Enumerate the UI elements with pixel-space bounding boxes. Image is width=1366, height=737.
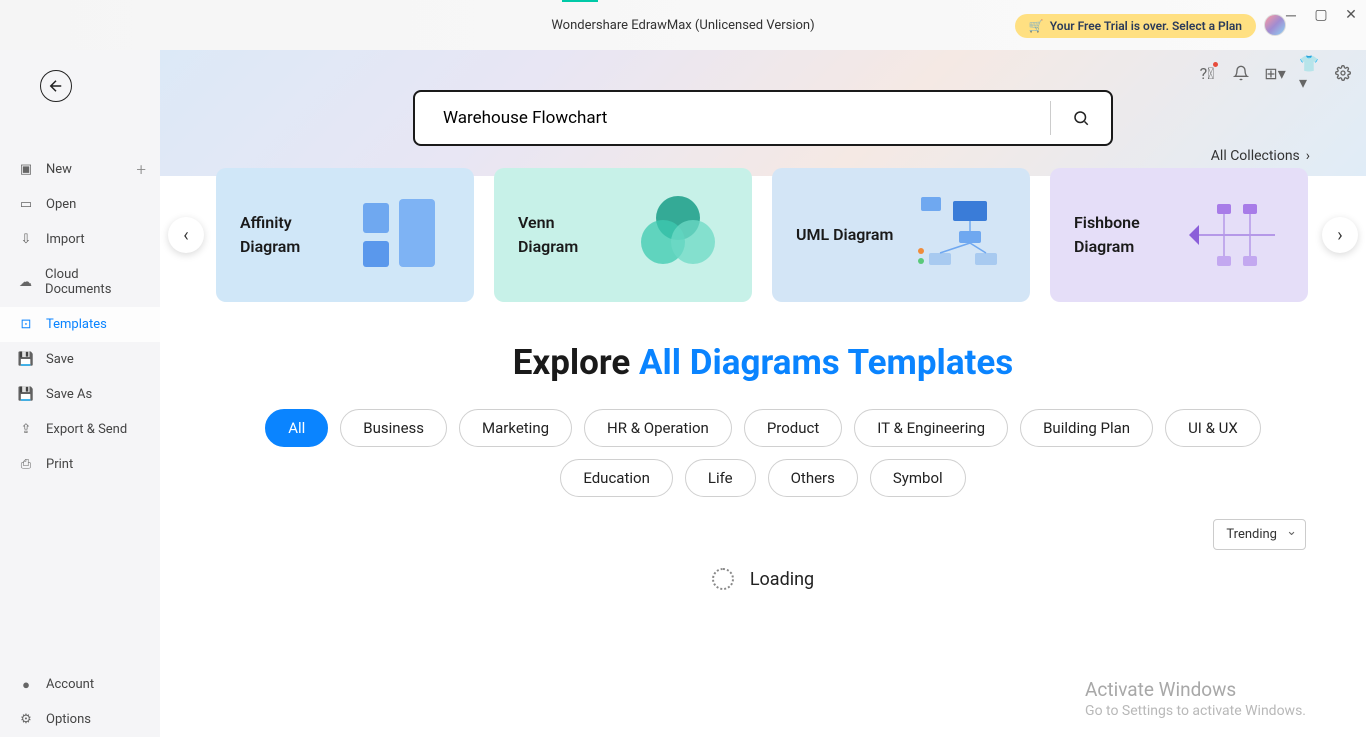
card-uml[interactable]: UML Diagram	[772, 168, 1030, 302]
sidebar-label: New	[46, 162, 72, 177]
chip-it[interactable]: IT & Engineering	[854, 409, 1008, 447]
plus-square-icon: ▣	[18, 163, 34, 177]
category-chips: All Business Marketing HR & Operation Pr…	[160, 409, 1366, 497]
gear-icon: ⚙	[18, 713, 34, 727]
sidebar-item-saveas[interactable]: 💾 Save As	[0, 377, 160, 412]
loading-indicator: Loading	[160, 568, 1366, 590]
sidebar-item-import[interactable]: ⇩ Import	[0, 222, 160, 257]
folder-icon: ▭	[18, 198, 34, 212]
chip-others[interactable]: Others	[768, 459, 858, 497]
maximize-button[interactable]: ▢	[1314, 8, 1328, 22]
chip-business[interactable]: Business	[340, 409, 447, 447]
bell-icon[interactable]	[1232, 64, 1250, 82]
spinner-icon	[712, 568, 734, 590]
sidebar: ▣ New + ▭ Open ⇩ Import ☁ Cloud Document…	[0, 50, 160, 737]
sidebar-item-print[interactable]: ⎙ Print	[0, 447, 160, 482]
explore-heading: Explore All Diagrams Templates	[160, 342, 1366, 383]
template-icon: ⊡	[18, 318, 34, 332]
windows-watermark: Activate Windows Go to Settings to activ…	[1085, 678, 1306, 719]
affinity-graphic	[350, 190, 450, 280]
search-button[interactable]	[1051, 109, 1111, 127]
fishbone-graphic	[1184, 190, 1284, 280]
shirt-icon[interactable]: 👕▾	[1300, 64, 1318, 82]
sidebar-item-templates[interactable]: ⊡ Templates	[0, 307, 160, 342]
card-affinity[interactable]: Affinity Diagram	[216, 168, 474, 302]
search-input[interactable]	[415, 108, 1050, 128]
save-as-icon: 💾	[18, 388, 34, 402]
back-button[interactable]	[40, 70, 72, 102]
sort-dropdown[interactable]: Trending	[1213, 519, 1306, 550]
chip-marketing[interactable]: Marketing	[459, 409, 572, 447]
plus-icon[interactable]: +	[136, 160, 146, 180]
card-venn[interactable]: Venn Diagram	[494, 168, 752, 302]
chip-hr[interactable]: HR & Operation	[584, 409, 732, 447]
app-title: Wondershare EdrawMax (Unlicensed Version…	[551, 18, 814, 33]
chip-uiux[interactable]: UI & UX	[1165, 409, 1261, 447]
uml-graphic	[906, 190, 1006, 280]
chevron-right-icon: ›	[1306, 148, 1310, 164]
chip-symbol[interactable]: Symbol	[870, 459, 966, 497]
chip-building[interactable]: Building Plan	[1020, 409, 1153, 447]
grid-icon[interactable]: ⊞▾	[1266, 64, 1284, 82]
header-tool-icons: ?⃝ ⊞▾ 👕▾	[1198, 64, 1352, 82]
avatar[interactable]	[1264, 14, 1286, 36]
sidebar-item-cloud[interactable]: ☁ Cloud Documents	[0, 257, 160, 307]
card-fishbone[interactable]: Fishbone Diagram	[1050, 168, 1308, 302]
chip-product[interactable]: Product	[744, 409, 842, 447]
search-icon	[1072, 109, 1090, 127]
export-icon: ⇪	[18, 423, 34, 437]
settings-icon[interactable]	[1334, 64, 1352, 82]
sidebar-item-options[interactable]: ⚙ Options	[0, 702, 160, 737]
sidebar-item-open[interactable]: ▭ Open	[0, 187, 160, 222]
template-carousel: ‹ Affinity Diagram Venn Diagram UML Diag…	[160, 168, 1366, 302]
account-icon: ●	[18, 678, 34, 692]
chip-education[interactable]: Education	[560, 459, 673, 497]
hero-section: All Collections ›	[160, 50, 1366, 176]
carousel-next-button[interactable]: ›	[1322, 217, 1358, 253]
titlebar: Wondershare EdrawMax (Unlicensed Version…	[0, 0, 1366, 50]
carousel-prev-button[interactable]: ‹	[168, 217, 204, 253]
sort-row: Trending	[160, 497, 1366, 550]
chip-all[interactable]: All	[265, 409, 328, 447]
cloud-icon: ☁	[18, 275, 33, 289]
sidebar-item-export[interactable]: ⇪ Export & Send	[0, 412, 160, 447]
save-icon: 💾	[18, 353, 34, 367]
chip-life[interactable]: Life	[685, 459, 756, 497]
print-icon: ⎙	[18, 458, 34, 472]
content-area: All Collections › ‹ Affinity Diagram Ven…	[160, 50, 1366, 737]
window-controls: ─ ▢ ✕	[1284, 8, 1358, 22]
minimize-button[interactable]: ─	[1284, 8, 1298, 22]
search-bar	[413, 90, 1113, 146]
accent-bar	[562, 0, 598, 2]
sidebar-item-new[interactable]: ▣ New +	[0, 152, 160, 187]
sidebar-item-save[interactable]: 💾 Save	[0, 342, 160, 377]
all-collections-link[interactable]: All Collections ›	[1211, 148, 1310, 164]
help-icon[interactable]: ?⃝	[1198, 64, 1216, 82]
cart-icon: 🛒	[1029, 19, 1044, 33]
trial-text: Your Free Trial is over. Select a Plan	[1050, 19, 1242, 33]
close-button[interactable]: ✕	[1344, 8, 1358, 22]
sidebar-item-account[interactable]: ● Account	[0, 667, 160, 702]
venn-graphic	[628, 190, 728, 280]
import-icon: ⇩	[18, 233, 34, 247]
trial-banner[interactable]: 🛒 Your Free Trial is over. Select a Plan	[1015, 14, 1256, 38]
